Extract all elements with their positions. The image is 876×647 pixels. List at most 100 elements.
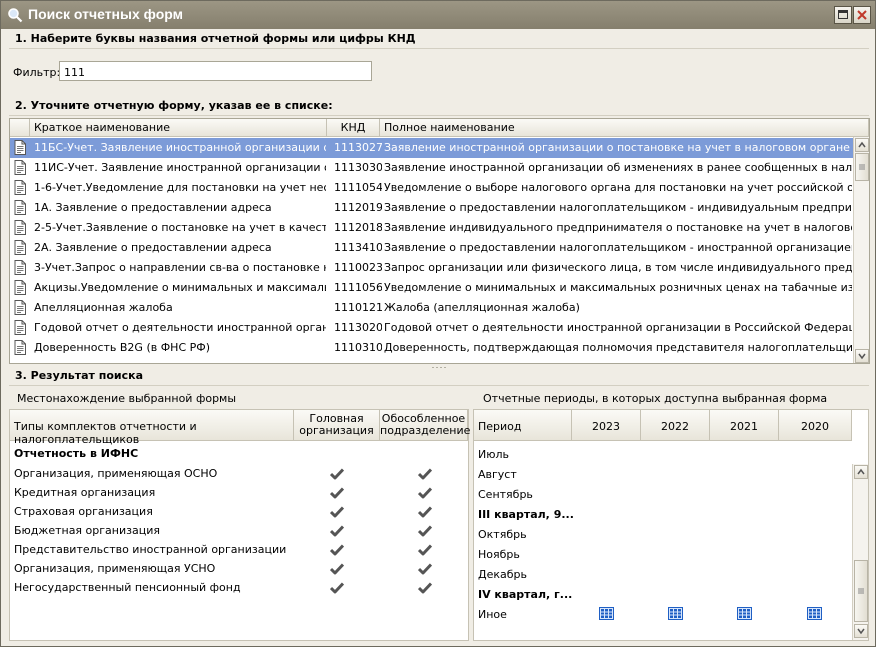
cell-knd: 1110121 [334,301,382,314]
period-row-label[interactable]: Октябрь [478,528,527,541]
cell-short-name: 11ИС-Учет. Заявление иностранной организ… [34,161,326,174]
column-period: Период [474,410,572,441]
cell-knd: 1113410 [334,241,382,254]
checkmark-icon [330,487,344,499]
periods-table: Период 2023 2022 2021 2020 Июль Август Сен… [473,409,869,641]
cell-knd: 1112019 [334,201,382,214]
column-short-name[interactable]: Краткое наименование [30,119,327,137]
column-year-2021: 2021 [710,410,779,441]
document-icon [14,240,26,255]
cell-short-name: 3-Учет.Запрос о направлении св-ва о пост… [34,261,326,274]
table-row[interactable]: 2А. Заявление о предоставлении адреса 111… [10,238,854,258]
periods-scroll-thumb[interactable] [854,560,868,622]
table-row[interactable]: Годовой отчет о деятельности иностранной… [10,318,854,338]
cell-full-name: Заявление о предоставлении налогоплатель… [384,201,852,214]
document-icon [14,220,26,235]
document-icon [14,200,26,215]
close-button[interactable] [853,6,871,24]
maximize-icon [838,10,848,19]
cell-full-name: Доверенность, подтверждающая полномочия … [384,341,852,354]
location-row-label: Негосударственный пенсионный фонд [14,581,241,594]
cell-short-name: Доверенность B2G (в ФНС РФ) [34,341,211,354]
cell-full-name: Заявление индивидуального предпринимател… [384,221,852,234]
maximize-button[interactable] [834,6,852,24]
table-row[interactable]: Апелляционная жалоба 1110121 Жалоба (апелл… [10,298,854,318]
column-full-name[interactable]: Полное наименование [380,119,869,137]
period-row-label[interactable]: III квартал, 9... [478,508,574,521]
checkmark-icon [330,506,344,518]
header-icon-column [10,119,30,137]
location-panel: Местонахождение выбранной формы Типы ком… [9,387,471,641]
location-row-label: Представительство иностранной организаци… [14,543,287,556]
document-icon [14,280,26,295]
period-row-label[interactable]: IV квартал, г... [478,588,572,601]
period-row-label[interactable]: Ноябрь [478,548,520,561]
document-icon [14,140,26,155]
window-title: Поиск отчетных форм [28,6,183,22]
checkmark-icon [418,525,432,537]
periods-scroll-up-button[interactable] [854,465,868,479]
location-table: Типы комплектов отчетности и налогоплате… [9,409,471,641]
scroll-down-button[interactable] [855,349,869,363]
title-bar: Поиск отчетных форм [1,1,875,29]
table-row[interactable]: Доверенность B2G (в ФНС РФ) 1110310 Довере… [10,338,854,358]
calendar-grid-icon [599,607,614,620]
table-row[interactable]: 11БС-Учет. Заявление иностранной организ… [10,138,854,158]
periods-panel: Отчетные периоды, в которых доступна выб… [473,387,869,641]
column-types: Типы комплектов отчетности и налогоплате… [10,410,294,446]
forms-table-scrollbar[interactable] [853,137,869,363]
cell-short-name: Акцизы.Уведомление о минимальных и макси… [34,281,326,294]
cell-short-name: 11БС-Учет. Заявление иностранной организ… [34,141,326,154]
periods-title: Отчетные периоды, в которых доступна выб… [483,392,828,405]
column-knd[interactable]: КНД [327,119,380,137]
table-row[interactable]: 1-6-Учет.Уведомление для постановки на у… [10,178,854,198]
period-row-label[interactable]: Август [478,468,517,481]
cell-knd: 1110023 [334,261,382,274]
location-row-label: Кредитная организация [14,486,156,499]
cell-full-name: Заявление о предоставлении налогоплатель… [384,241,852,254]
scroll-thumb[interactable] [855,153,869,181]
cell-knd: 1113027 [334,141,382,154]
cell-full-name: Заявление иностранной организации об изм… [384,161,852,174]
periods-scrollbar[interactable] [852,464,868,640]
table-row[interactable]: 2-5-Учет.Заявление о постановке на учет … [10,218,854,238]
cell-short-name: 1А. Заявление о предоставлении адреса [34,201,272,214]
period-row-label[interactable]: Сентябрь [478,488,533,501]
column-branch: Обособленное подразделение [380,410,471,441]
document-icon [14,180,26,195]
filter-input[interactable] [59,61,372,81]
cell-knd: 1113020 [334,321,382,334]
calendar-grid-icon [737,607,752,620]
table-row[interactable]: 1А. Заявление о предоставлении адреса 111… [10,198,854,218]
cell-full-name: Жалоба (апелляционная жалоба) [384,301,580,314]
column-head-org: Головная организация [294,410,380,441]
checkmark-icon [418,506,432,518]
section2-heading: 2. Уточните отчетную форму, указав ее в … [9,96,869,116]
period-row-label[interactable]: Июль [478,448,509,461]
forms-table-header: Краткое наименование КНД Полное наименов… [10,119,869,137]
table-row[interactable]: 3-Учет.Запрос о направлении св-ва о пост… [10,258,854,278]
checkmark-icon [330,525,344,537]
cell-full-name: Заявление иностранной организации о пост… [384,141,852,154]
location-row-label: Организация, применяющая УСНО [14,562,216,575]
checkmark-icon [418,487,432,499]
location-group: Отчетность в ИФНС [14,447,139,460]
period-row-label[interactable]: Иное [478,608,507,621]
cell-knd: 1111054 [334,181,382,194]
period-row-label[interactable]: Декабрь [478,568,527,581]
grip-icon [858,588,864,594]
table-row[interactable]: Акцизы.Уведомление о минимальных и макси… [10,278,854,298]
scroll-up-button[interactable] [855,138,869,152]
checkmark-icon [418,468,432,480]
periods-scroll-down-button[interactable] [854,624,868,638]
column-head-org-label: Головная организация [299,412,374,437]
column-year-2023: 2023 [572,410,641,441]
checkmark-icon [330,563,344,575]
column-branch-label: Обособленное подразделение [380,412,471,437]
document-icon [14,340,26,355]
cell-short-name: Годовой отчет о деятельности иностранной… [34,321,326,334]
column-year-2020: 2020 [779,410,852,441]
cell-knd: 1112018 [334,221,382,234]
table-row[interactable]: 11ИС-Учет. Заявление иностранной организ… [10,158,854,178]
location-row-label: Организация, применяющая ОСНО [14,467,218,480]
